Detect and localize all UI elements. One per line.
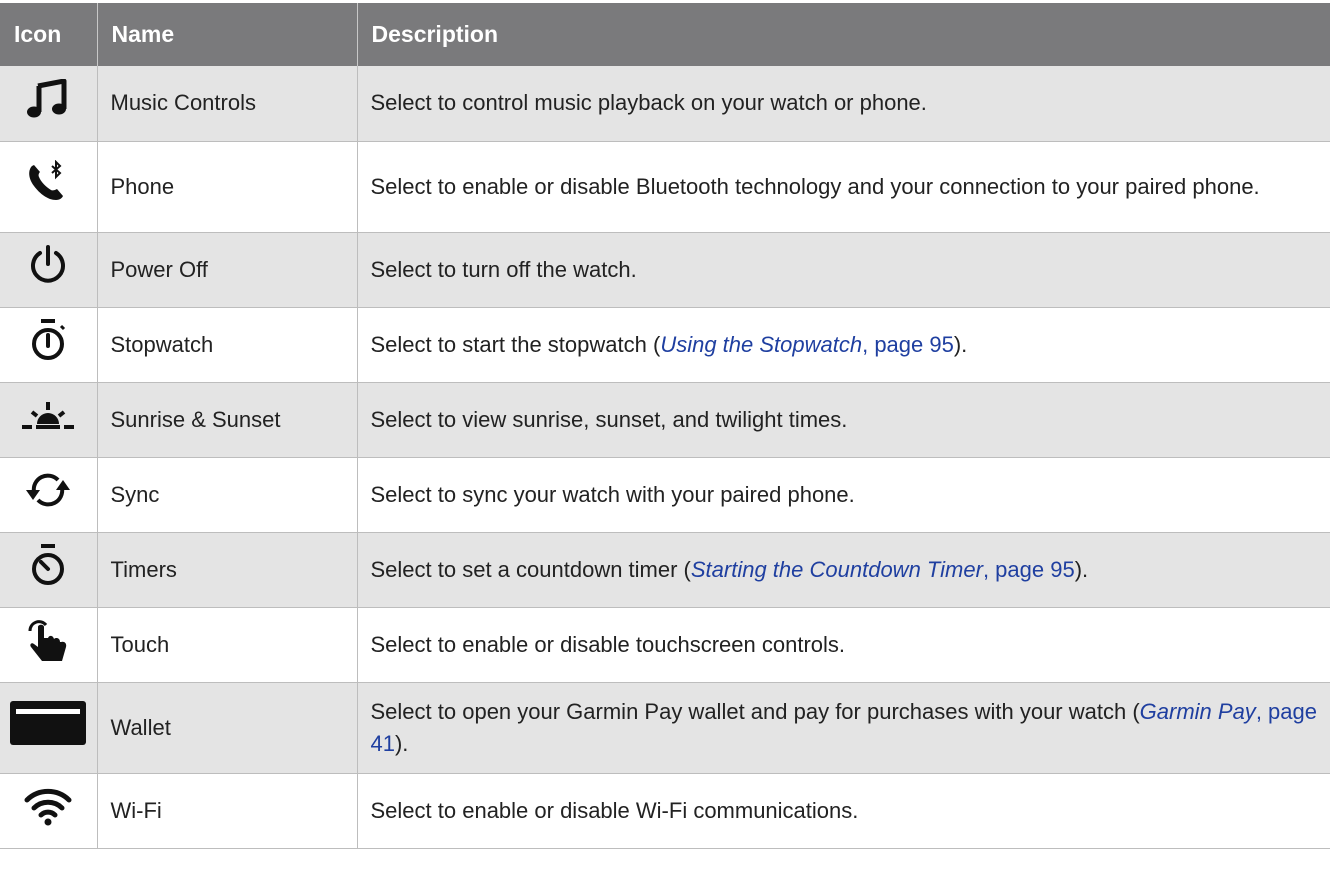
power-icon [28,244,68,295]
table-row: Touch Select to enable or disable touchs… [0,607,1330,682]
table-row: Sunrise & Sunset Select to view sunrise,… [0,382,1330,457]
countdown-timer-page-link[interactable]: Starting the Countdown Timer, page 95 [691,557,1075,582]
wallet-icon [10,701,87,754]
row-description: Select to view sunrise, sunset, and twil… [357,382,1330,457]
row-description: Select to open your Garmin Pay wallet an… [357,682,1330,773]
row-name: Stopwatch [97,307,358,382]
wifi-icon [24,785,72,836]
controls-table: Icon Name Description Music Controls Sel… [0,3,1330,849]
table-row: Sync Select to sync your watch with your… [0,457,1330,532]
phone-bluetooth-icon [26,159,70,213]
stopwatch-icon [28,318,68,371]
row-description: Select to enable or disable Wi-Fi commun… [370,797,859,823]
table-row: Timers Select to set a countdown timer (… [0,532,1330,607]
touch-icon [26,617,70,672]
stopwatch-page-link[interactable]: Using the Stopwatch, page 95 [660,332,954,357]
row-name: Timers [97,532,358,607]
timer-icon [28,543,68,596]
row-name: Touch [97,607,358,682]
row-description: Select to enable or disable Bluetooth te… [370,173,1260,199]
row-name: Sync [97,457,358,532]
table-header-row: Icon Name Description [0,3,1330,66]
row-name: Power Off [97,232,358,307]
table-row: Stopwatch Select to start the stopwatch … [0,307,1330,382]
row-name: Wallet [97,682,358,773]
header-description: Description [357,3,1330,66]
table-row: Wallet Select to open your Garmin Pay wa… [0,682,1330,773]
table-row: Music Controls Select to control music p… [0,66,1330,141]
sync-icon [24,470,72,519]
music-note-icon [26,78,70,128]
table-row: Phone Select to enable or disable Blueto… [0,141,1330,232]
row-name: Music Controls [97,66,358,141]
header-name: Name [97,3,358,66]
header-icon: Icon [0,3,98,66]
row-description: Select to control music playback on your… [357,66,1330,141]
row-name: Wi-Fi [97,773,358,848]
row-description: Select to start the stopwatch (Using the… [370,331,968,357]
sunrise-sunset-icon [22,400,75,439]
row-description: Select to sync your watch with your pair… [370,481,855,507]
table-row: Power Off Select to turn off the watch. [0,232,1330,307]
table-row: Wi-Fi Select to enable or disable Wi-Fi … [0,773,1330,848]
row-description: Select to enable or disable touchscreen … [370,631,846,657]
row-description: Select to set a countdown timer (Startin… [357,532,1330,607]
row-description: Select to turn off the watch. [357,232,1330,307]
row-name: Phone [97,141,358,232]
row-name: Sunrise & Sunset [97,382,358,457]
